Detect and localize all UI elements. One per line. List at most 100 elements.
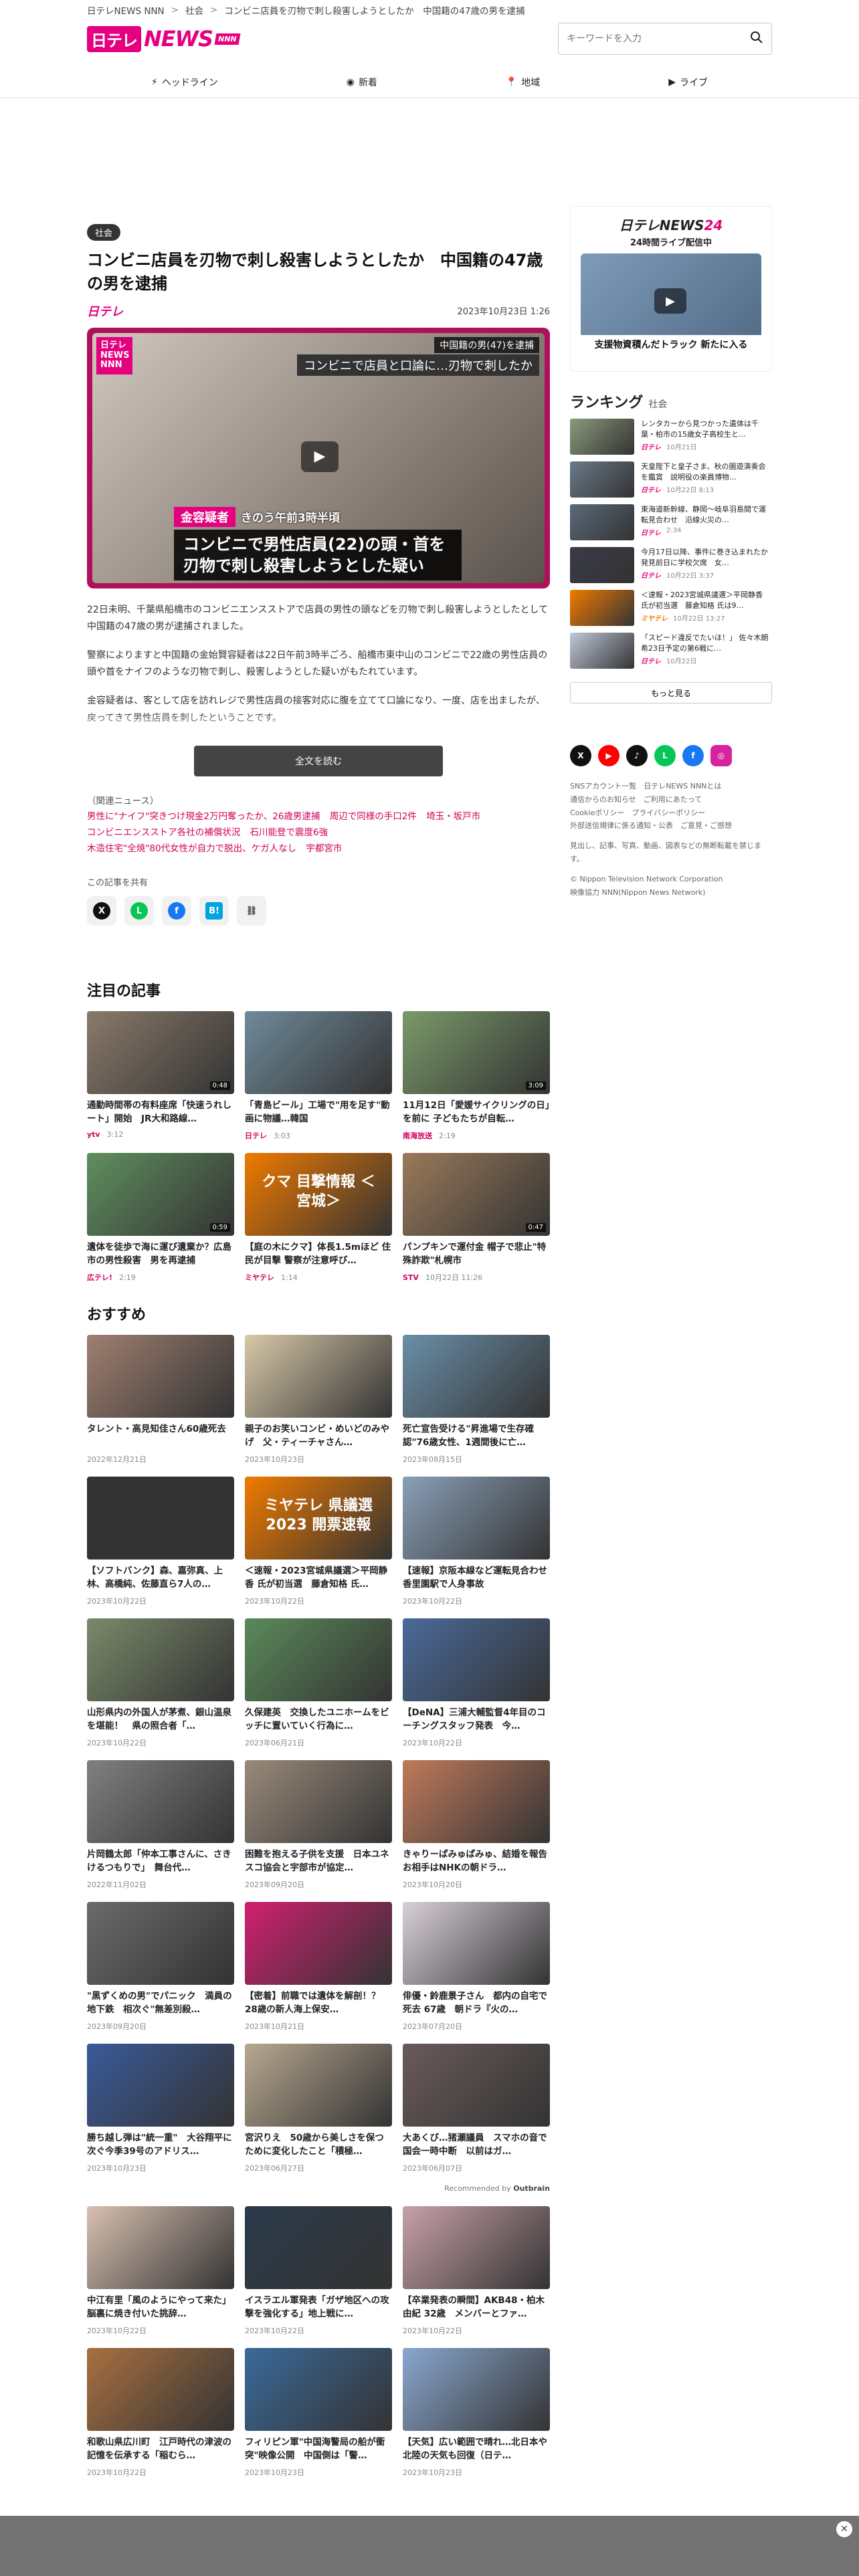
- card-title[interactable]: 【DeNA】三浦大輔監督4年目のコーチングスタッフ発表 今…: [403, 1707, 550, 1733]
- card-title[interactable]: 【庭の木にクマ】体長1.5mほど 住民が目撃 警察が注意呼び…: [245, 1241, 392, 1268]
- live-thumbnail[interactable]: ▶ 支援物資積んだトラック 新たに入る: [581, 253, 761, 354]
- card-title[interactable]: 勝ち越し弾は"統一重" 大谷翔平に次ぐ今季39号のアドリス…: [87, 2132, 234, 2159]
- related-link[interactable]: コンビニエンスストア各社の補償状況: [87, 827, 240, 838]
- card-title[interactable]: パンプキンで運付金 帽子で悲止"特殊詐欺"札幌市: [403, 1241, 550, 1268]
- article-card[interactable]: 【速報】京阪本線など運転見合わせ 香里園駅で人身事故 2023年10月22日: [403, 1477, 550, 1606]
- ranking-thumbnail[interactable]: [570, 419, 634, 455]
- ranking-thumbnail[interactable]: [570, 547, 634, 583]
- ranking-thumbnail[interactable]: [570, 461, 634, 498]
- search-input[interactable]: [567, 33, 741, 44]
- card-title[interactable]: 大あくび…猪瀬議員 スマホの音で国会一時中断 以前はガ…: [403, 2132, 550, 2159]
- card-thumbnail[interactable]: [245, 1902, 392, 1985]
- breadcrumb-category[interactable]: 社会: [185, 3, 203, 17]
- card-thumbnail[interactable]: [87, 1760, 234, 1844]
- article-card[interactable]: イスラエル軍発表「ガザ地区への攻撃を強化する」地上戦に… 2023年10月22日: [245, 2206, 392, 2336]
- card-thumbnail[interactable]: [87, 2044, 234, 2127]
- facebook-icon[interactable]: f: [682, 745, 704, 766]
- card-title[interactable]: 【天気】広い範囲で晴れ…北日本や北陸の天気も回復（日テ…: [403, 2436, 550, 2463]
- nav-new[interactable]: ◉ 新着: [347, 76, 377, 89]
- card-title[interactable]: 11月12日「愛媛サイクリングの日」を前に 子どもたちが自転…: [403, 1099, 550, 1126]
- search-icon[interactable]: [750, 31, 763, 47]
- article-card[interactable]: 困難を抱える子供を支援 日本ユネスコ協会と宇部市が協定… 2023年09月20日: [245, 1760, 392, 1890]
- card-thumbnail[interactable]: [87, 2206, 234, 2290]
- card-title[interactable]: きゃりーぱみゅぱみゅ、結婚を報告 お相手はNHKの朝ドラ…: [403, 1848, 550, 1875]
- ranking-item[interactable]: ＜速報・2023宮城県議選＞平岡静香 氏が初当選 藤倉知格 氏は9… ミヤテレ 10…: [570, 590, 772, 630]
- card-title[interactable]: 死亡宣告受ける"昇進場で生存確認"76歳女性、1週間後に亡…: [403, 1423, 550, 1450]
- card-title[interactable]: 親子のお笑いコンビ・めいどのみやげ 父・ティーチャさん…: [245, 1423, 392, 1450]
- article-card[interactable]: 0:48 通勤時間帯の有料座席「快速うれしート」開始 JR大和路線… ytv 3:12: [87, 1011, 234, 1141]
- card-title[interactable]: "黒ずくめの男"でパニック 満員の地下鉄 相次ぐ"無差別殺…: [87, 1990, 234, 2017]
- card-thumbnail[interactable]: [245, 1335, 392, 1418]
- play-button[interactable]: ▶: [301, 441, 339, 472]
- card-title[interactable]: 通勤時間帯の有料座席「快速うれしート」開始 JR大和路線…: [87, 1099, 234, 1126]
- share-line-button[interactable]: L: [124, 896, 154, 926]
- card-thumbnail[interactable]: [403, 1618, 550, 1702]
- article-card[interactable]: 死亡宣告受ける"昇進場で生存確認"76歳女性、1週間後に亡… 2023年08月15…: [403, 1335, 550, 1465]
- ranking-title[interactable]: 天皇陛下と皇子さま、秋の園遊演奏会を鑑賞 説明役の楽員博物…: [641, 461, 772, 483]
- article-card[interactable]: 和歌山県広川町 江戸時代の津波の記憶を伝承する「稲むら… 2023年10月22日: [87, 2348, 234, 2478]
- card-thumbnail[interactable]: [403, 1335, 550, 1418]
- ranking-item[interactable]: 東海道新幹線、静岡〜岐阜羽島間で運転見合わせ 沿線火災の… 日テレ 2:34: [570, 504, 772, 544]
- ranking-title[interactable]: レンタカーから見つかった遺体は千葉・柏市の15歳女子高校生と…: [641, 419, 772, 440]
- card-title[interactable]: 【密着】前職では遺体を解剖！？ 28歳の新人海上保安…: [245, 1990, 392, 2017]
- card-thumbnail[interactable]: 0:47: [403, 1153, 550, 1237]
- article-card[interactable]: 宮沢りえ 50歳から美しさを保つために変化したこと「積極… 2023年06月27日: [245, 2044, 392, 2173]
- footer-link[interactable]: 外部送信規律に係る通知・公表 ご意見・ご感想: [570, 819, 772, 833]
- card-title[interactable]: 困難を抱える子供を支援 日本ユネスコ協会と宇部市が協定…: [245, 1848, 392, 1875]
- article-card[interactable]: 【ソフトバンク】森、嘉弥真、上林、高橋純、佐藤直ら7人の… 2023年10月22日: [87, 1477, 234, 1606]
- card-title[interactable]: 「青島ビール」工場で"用を足す"動画に物議…韓国: [245, 1099, 392, 1126]
- related-link[interactable]: 男性に"ナイフ"突きつけ現金2万円奪ったか、26歳男逮捕: [87, 811, 320, 822]
- related-link[interactable]: 石川能登で震度6強: [250, 827, 328, 838]
- article-card[interactable]: 勝ち越し弾は"統一重" 大谷翔平に次ぐ今季39号のアドリス… 2023年10月23…: [87, 2044, 234, 2173]
- article-card[interactable]: 俳優・鈴鹿景子さん 都内の自宅で死去 67歳 朝ドラ『火の… 2023年07月20…: [403, 1902, 550, 2032]
- footer-link[interactable]: Cookieポリシー プライバシーポリシー: [570, 807, 772, 820]
- youtube-icon[interactable]: ▶: [598, 745, 619, 766]
- card-thumbnail[interactable]: [403, 1902, 550, 1985]
- card-thumbnail[interactable]: [245, 2206, 392, 2290]
- card-thumbnail[interactable]: [245, 2348, 392, 2432]
- article-card[interactable]: きゃりーぱみゅぱみゅ、結婚を報告 お相手はNHKの朝ドラ… 2023年10月20日: [403, 1760, 550, 1890]
- article-card[interactable]: 【天気】広い範囲で晴れ…北日本や北陸の天気も回復（日テ… 2023年10月23日: [403, 2348, 550, 2478]
- article-card[interactable]: クマ 目撃情報 ＜宮城＞ 【庭の木にクマ】体長1.5mほど 住民が目撃 警察が注意…: [245, 1153, 392, 1283]
- article-card[interactable]: 大あくび…猪瀬議員 スマホの音で国会一時中断 以前はガ… 2023年06月07日: [403, 2044, 550, 2173]
- article-card[interactable]: 山形県内の外国人が茅煮、銀山温泉を堪能！ 県の照合者「… 2023年10月22日: [87, 1618, 234, 1748]
- search-box[interactable]: [558, 23, 772, 55]
- card-thumbnail[interactable]: [403, 1477, 550, 1560]
- card-thumbnail[interactable]: [245, 1618, 392, 1702]
- article-card[interactable]: 0:59 遺体を徒歩で海に運び遺棄か？広島市の男性殺害 男を再逮捕 広テレ! 2:19: [87, 1153, 234, 1283]
- article-card[interactable]: 「青島ビール」工場で"用を足す"動画に物議…韓国 日テレ 3:03: [245, 1011, 392, 1141]
- ranking-thumbnail[interactable]: [570, 590, 634, 626]
- copy-link-button[interactable]: ⛓: [237, 896, 266, 926]
- card-title[interactable]: 和歌山県広川町 江戸時代の津波の記憶を伝承する「稲むら…: [87, 2436, 234, 2463]
- card-title[interactable]: 俳優・鈴鹿景子さん 都内の自宅で死去 67歳 朝ドラ『火の…: [403, 1990, 550, 2017]
- related-link[interactable]: 木造住宅"全焼"80代女性が自力で脱出、ケガ人なし: [87, 843, 296, 854]
- nav-live[interactable]: ▶ ライブ: [668, 76, 708, 89]
- more-button[interactable]: もっと見る: [570, 682, 772, 704]
- card-thumbnail[interactable]: [245, 2044, 392, 2127]
- article-card[interactable]: 0:47 パンプキンで運付金 帽子で悲止"特殊詐欺"札幌市 STV 10月22日 11…: [403, 1153, 550, 1283]
- card-title[interactable]: 宮沢りえ 50歳から美しさを保つために変化したこと「積極…: [245, 2132, 392, 2159]
- card-thumbnail[interactable]: ミヤテレ 県議選2023 開票速報: [245, 1477, 392, 1560]
- card-title[interactable]: 中江有里「風のようにやって来た」 脳裏に焼き付いた挑辞…: [87, 2294, 234, 2321]
- card-thumbnail[interactable]: [87, 2348, 234, 2432]
- card-thumbnail[interactable]: [87, 1477, 234, 1560]
- card-thumbnail[interactable]: [245, 1011, 392, 1095]
- card-title[interactable]: ＜速報・2023宮城県議選＞平岡静香 氏が初当選 藤倉知格 氏…: [245, 1565, 392, 1592]
- ranking-title[interactable]: 「スピード違反でたいほ！」 佐々木朗希23日予定の第6戦に…: [641, 633, 772, 654]
- ranking-title[interactable]: 今月17日以降、事件に巻き込まれたか 発見前日に学校欠席 女…: [641, 547, 775, 568]
- breadcrumb-home[interactable]: 日テレNEWS NNN: [87, 3, 165, 17]
- ranking-item[interactable]: 天皇陛下と皇子さま、秋の園遊演奏会を鑑賞 説明役の楽員博物… 日テレ 10月22日 …: [570, 461, 772, 502]
- ranking-item[interactable]: 「スピード違反でたいほ！」 佐々木朗希23日予定の第6戦に… 日テレ 10月22日: [570, 633, 772, 673]
- recommended-by[interactable]: Recommended by Outbrain: [87, 2184, 550, 2193]
- read-full-button[interactable]: 全文を読む: [194, 745, 443, 776]
- related-link[interactable]: 宇都宮市: [306, 843, 342, 854]
- article-card[interactable]: 【DeNA】三浦大輔監督4年目のコーチングスタッフ発表 今… 2023年10月22…: [403, 1618, 550, 1748]
- card-thumbnail[interactable]: [403, 1760, 550, 1844]
- footer-link[interactable]: 通信からのお知らせ ご利用にあたって: [570, 793, 772, 807]
- card-thumbnail[interactable]: [87, 1902, 234, 1985]
- card-title[interactable]: イスラエル軍発表「ガザ地区への攻撃を強化する」地上戦に…: [245, 2294, 392, 2321]
- article-card[interactable]: 中江有里「風のようにやって来た」 脳裏に焼き付いた挑辞… 2023年10月22日: [87, 2206, 234, 2336]
- card-title[interactable]: 遺体を徒歩で海に運び遺棄か？広島市の男性殺害 男を再逮捕: [87, 1241, 234, 1268]
- card-thumbnail[interactable]: [403, 2348, 550, 2432]
- article-card[interactable]: 【密着】前職では遺体を解剖！？ 28歳の新人海上保安… 2023年10月21日: [245, 1902, 392, 2032]
